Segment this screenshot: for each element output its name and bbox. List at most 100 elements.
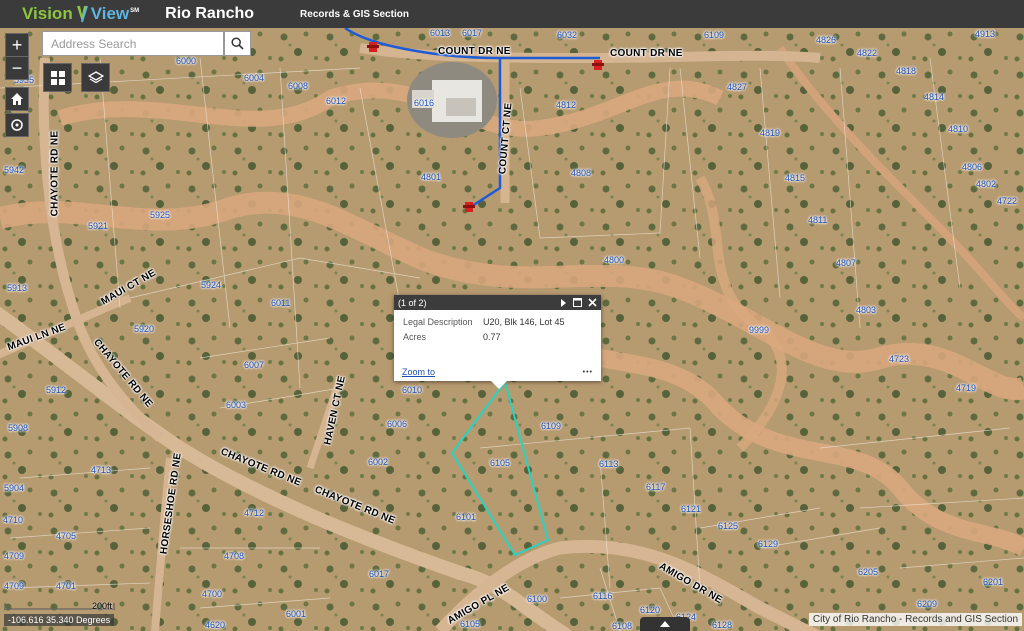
address-search-input[interactable] [42, 31, 224, 56]
parcel-label: 6116 [593, 591, 613, 601]
zoom-in-button[interactable]: + [5, 33, 29, 57]
layers-icon [87, 70, 104, 83]
locate-button[interactable] [5, 113, 29, 137]
map-attribution: City of Rio Rancho - Records and GIS Sec… [808, 613, 1022, 626]
locate-icon [11, 119, 23, 131]
road-label-count-dr: COUNT DR NE [438, 46, 511, 57]
parcel-label: 4709 [4, 581, 25, 591]
parcel-label: 6011 [271, 298, 291, 308]
city-title: Rio Rancho [165, 5, 255, 22]
parcel-label: 4708 [224, 551, 245, 561]
popup-row-legal: Legal Description U20, Blk 146, Lot 45 [403, 317, 601, 327]
parcel-label: 4808 [571, 168, 592, 178]
popup-counter: (1 of 2) [398, 297, 427, 308]
parcel-label: 4620 [205, 620, 226, 630]
maximize-popup-button[interactable] [573, 298, 582, 307]
popup-field-label: Acres [403, 332, 427, 342]
home-icon [11, 93, 23, 105]
parcel-label: 6113 [599, 459, 619, 469]
parcel-label: 4811 [808, 215, 828, 225]
parcel-label: 5924 [201, 280, 222, 290]
parcel-label: 4802 [976, 179, 997, 189]
parcel-label: 6013 [430, 28, 451, 38]
parcel-label: 4712 [244, 508, 265, 518]
logo-view-text: View [90, 4, 130, 23]
feature-popup: (1 of 2) Legal Description U20, Blk 146,… [394, 295, 601, 381]
parcel-label: 6109 [541, 421, 562, 431]
logo-leaf-icon [76, 5, 88, 23]
popup-header: (1 of 2) [394, 295, 601, 310]
layer-list-button[interactable] [81, 63, 110, 92]
parcel-label: 5904 [4, 483, 25, 493]
zoom-out-button[interactable]: − [5, 56, 29, 80]
parcel-label: 6120 [640, 605, 661, 615]
parcel-label: 6109 [704, 30, 725, 40]
parcel-label: 6108 [612, 621, 633, 631]
parcel-label: 6105 [460, 619, 481, 629]
next-feature-button[interactable] [559, 298, 567, 307]
parcel-label: 4826 [816, 35, 837, 45]
search-button[interactable] [224, 31, 251, 56]
parcel-label: 6032 [557, 30, 578, 40]
grid-icon [50, 70, 65, 85]
parcel-label: 5921 [88, 221, 109, 231]
parcel-label: 6205 [858, 567, 879, 577]
section-title: Records & GIS Section [300, 8, 409, 20]
parcel-label: 5913 [7, 283, 28, 293]
parcel-label: 6105 [490, 458, 511, 468]
close-icon [588, 298, 597, 307]
parcel-label: 6101 [456, 512, 477, 522]
parcel-label: 4819 [760, 128, 781, 138]
parcel-label: 5942 [4, 165, 25, 175]
parcel-label: 6017 [462, 28, 483, 38]
coordinates-readout: -106.616 35.340 Degrees [4, 614, 115, 626]
parcel-label: 4700 [202, 589, 223, 599]
parcel-label: 4710 [3, 515, 24, 525]
parcel-label: 4719 [956, 383, 977, 393]
zoom-to-link[interactable]: Zoom to [402, 367, 435, 377]
parcel-label: 5912 [46, 385, 67, 395]
parcel-label: 5920 [134, 324, 155, 334]
home-button[interactable] [5, 87, 29, 111]
maximize-icon [573, 298, 582, 307]
expand-panel-button[interactable] [640, 617, 690, 631]
parcel-label: 4812 [556, 100, 577, 110]
parcel-label: 6121 [681, 504, 702, 514]
basemap-gallery-button[interactable] [43, 63, 72, 92]
parcel-label: 6007 [244, 360, 265, 370]
search-icon [231, 37, 244, 50]
vision-view-logo[interactable]: Vision View SM [22, 4, 139, 24]
parcel-label: 6128 [712, 620, 733, 630]
next-icon [561, 298, 566, 307]
parcel-label: 6008 [288, 81, 309, 91]
parcel-label: 4815 [785, 173, 806, 183]
parcel-label: 6012 [326, 96, 347, 106]
logo-tm: SM [130, 8, 140, 14]
logo-vision-text: Vision [22, 4, 73, 23]
parcel-label: 4701 [56, 581, 77, 591]
parcel-label: 6003 [226, 400, 247, 410]
parcel-label: 6201 [983, 577, 1004, 587]
parcel-label: 4800 [604, 255, 625, 265]
road-label-count-dr: COUNT DR NE [610, 48, 683, 59]
parcel-label: 5925 [150, 210, 171, 220]
parcel-label: 4806 [962, 162, 983, 172]
parcel-label: 6129 [758, 539, 779, 549]
parcel-label: 4722 [997, 196, 1018, 206]
parcel-label: 4814 [924, 92, 945, 102]
chevron-up-icon [660, 621, 670, 627]
parcel-label: 4713 [91, 465, 112, 475]
close-popup-button[interactable] [588, 298, 597, 307]
popup-field-label: Legal Description [403, 317, 473, 327]
parcel-label: 6117 [646, 482, 666, 492]
parcel-label: 4723 [889, 354, 910, 364]
parcel-label: 6001 [286, 609, 307, 619]
parcel-label: 6016 [414, 98, 435, 108]
parcel-label: 4818 [896, 66, 917, 76]
popup-field-value: 0.77 [483, 332, 501, 342]
more-actions-button[interactable]: ••• [583, 369, 593, 376]
parcel-label: 6017 [369, 569, 390, 579]
parcel-label: 9999 [749, 325, 770, 335]
parcel-label: 4801 [421, 172, 442, 182]
scale-label: 200ft [92, 601, 113, 611]
